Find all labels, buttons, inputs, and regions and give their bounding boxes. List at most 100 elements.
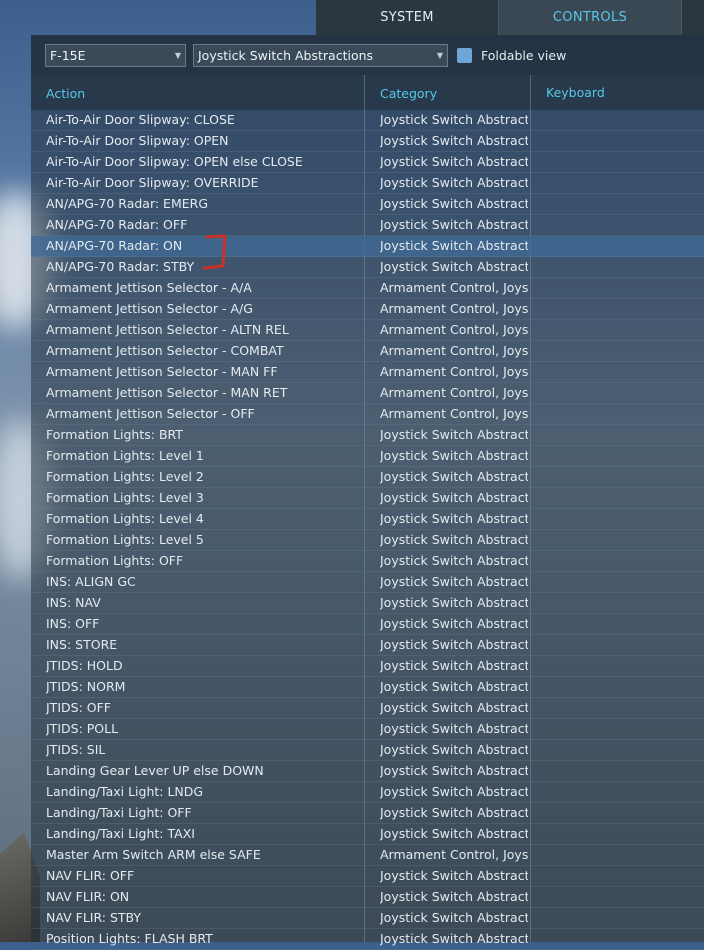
table-row[interactable]: JTIDS: SIL Joystick Switch Abstractio	[31, 740, 704, 761]
table-row[interactable]: Landing/Taxi Light: OFF Joystick Switch A…	[31, 803, 704, 824]
table-row[interactable]: Armament Jettison Selector - A/G Armament…	[31, 299, 704, 320]
table-row[interactable]: Formation Lights: Level 1 Joystick Switch…	[31, 446, 704, 467]
category-cell: Joystick Switch Abstractio	[380, 784, 528, 799]
tab-overflow[interactable]	[682, 0, 704, 35]
table-row[interactable]: Air-To-Air Door Slipway: OPEN else CLOSE…	[31, 152, 704, 173]
action-cell: AN/APG-70 Radar: EMERG	[46, 196, 208, 211]
table-row[interactable]: Formation Lights: Level 4 Joystick Switch…	[31, 509, 704, 530]
column-header-action[interactable]: Action	[46, 75, 85, 110]
table-row[interactable]: INS: ALIGN GC Joystick Switch Abstractio	[31, 572, 704, 593]
action-cell: Landing/Taxi Light: OFF	[46, 805, 192, 820]
bindings-table: Air-To-Air Door Slipway: CLOSE Joystick S…	[31, 110, 704, 950]
action-cell: AN/APG-70 Radar: OFF	[46, 217, 188, 232]
table-row[interactable]: Air-To-Air Door Slipway: OVERRIDE Joystic…	[31, 173, 704, 194]
category-filter-value: Joystick Switch Abstractions	[198, 48, 374, 63]
table-row[interactable]: JTIDS: OFF Joystick Switch Abstractio	[31, 698, 704, 719]
table-row[interactable]: JTIDS: HOLD Joystick Switch Abstractio	[31, 656, 704, 677]
action-cell: JTIDS: SIL	[46, 742, 106, 757]
table-row[interactable]: AN/APG-70 Radar: STBY Joystick Switch Abs…	[31, 257, 704, 278]
action-cell: Air-To-Air Door Slipway: OVERRIDE	[46, 175, 259, 190]
action-cell: Landing/Taxi Light: TAXI	[46, 826, 195, 841]
table-row[interactable]: INS: NAV Joystick Switch Abstractio	[31, 593, 704, 614]
table-row[interactable]: Armament Jettison Selector - COMBAT Armam…	[31, 341, 704, 362]
category-cell: Joystick Switch Abstractio	[380, 259, 528, 274]
category-cell: Joystick Switch Abstractio	[380, 763, 528, 778]
action-cell: JTIDS: POLL	[46, 721, 119, 736]
table-row[interactable]: Formation Lights: BRT Joystick Switch Abs…	[31, 425, 704, 446]
table-row[interactable]: AN/APG-70 Radar: ON Joystick Switch Abstr…	[31, 236, 704, 257]
chevron-down-icon: ▼	[436, 51, 443, 60]
table-row[interactable]: Air-To-Air Door Slipway: CLOSE Joystick S…	[31, 110, 704, 131]
category-cell: Joystick Switch Abstractio	[380, 427, 528, 442]
category-cell: Joystick Switch Abstractio	[380, 742, 528, 757]
top-tabs: SYSTEM CONTROLS	[316, 0, 704, 35]
category-cell: Joystick Switch Abstractio	[380, 553, 528, 568]
category-cell: Joystick Switch Abstractio	[380, 889, 528, 904]
table-row[interactable]: Position Lights: FLASH BRT Joystick Switc…	[31, 929, 704, 950]
table-row[interactable]: Armament Jettison Selector - ALTN REL Arm…	[31, 320, 704, 341]
action-cell: Armament Jettison Selector - OFF	[46, 406, 255, 421]
table-row[interactable]: Landing/Taxi Light: TAXI Joystick Switch …	[31, 824, 704, 845]
table-row[interactable]: NAV FLIR: ON Joystick Switch Abstractio	[31, 887, 704, 908]
column-header-keyboard[interactable]: Keyboard	[546, 75, 605, 110]
category-cell: Joystick Switch Abstractio	[380, 868, 528, 883]
foldable-view-label: Foldable view	[481, 48, 567, 63]
action-cell: NAV FLIR: ON	[46, 889, 130, 904]
category-cell: Joystick Switch Abstractio	[380, 175, 528, 190]
table-row[interactable]: JTIDS: NORM Joystick Switch Abstractio	[31, 677, 704, 698]
action-cell: Air-To-Air Door Slipway: OPEN	[46, 133, 229, 148]
category-cell: Armament Control, Joystic	[380, 406, 528, 421]
action-cell: JTIDS: NORM	[46, 679, 126, 694]
category-cell: Joystick Switch Abstractio	[380, 112, 528, 127]
action-cell: NAV FLIR: OFF	[46, 868, 135, 883]
action-cell: Air-To-Air Door Slipway: OPEN else CLOSE	[46, 154, 303, 169]
controls-panel: F-15E ▼ Joystick Switch Abstractions ▼ F…	[31, 35, 704, 950]
table-row[interactable]: JTIDS: POLL Joystick Switch Abstractio	[31, 719, 704, 740]
category-cell: Armament Control, Joystic	[380, 322, 528, 337]
action-cell: Formation Lights: BRT	[46, 427, 183, 442]
table-row[interactable]: Formation Lights: OFF Joystick Switch Abs…	[31, 551, 704, 572]
action-cell: Formation Lights: Level 2	[46, 469, 204, 484]
table-row[interactable]: INS: OFF Joystick Switch Abstractio	[31, 614, 704, 635]
category-cell: Armament Control, Joystic	[380, 301, 528, 316]
category-filter-select[interactable]: Joystick Switch Abstractions ▼	[193, 44, 448, 67]
table-row[interactable]: AN/APG-70 Radar: OFF Joystick Switch Abst…	[31, 215, 704, 236]
action-cell: INS: ALIGN GC	[46, 574, 136, 589]
table-row[interactable]: Armament Jettison Selector - MAN FF Armam…	[31, 362, 704, 383]
table-row[interactable]: Armament Jettison Selector - OFF Armament…	[31, 404, 704, 425]
foldable-view-checkbox[interactable]	[457, 48, 472, 63]
table-row[interactable]: NAV FLIR: OFF Joystick Switch Abstractio	[31, 866, 704, 887]
table-row[interactable]: Landing/Taxi Light: LNDG Joystick Switch …	[31, 782, 704, 803]
table-row[interactable]: Formation Lights: Level 5 Joystick Switch…	[31, 530, 704, 551]
table-row[interactable]: Formation Lights: Level 2 Joystick Switch…	[31, 467, 704, 488]
table-row[interactable]: Air-To-Air Door Slipway: OPEN Joystick Sw…	[31, 131, 704, 152]
category-cell: Joystick Switch Abstractio	[380, 637, 528, 652]
table-row[interactable]: AN/APG-70 Radar: EMERG Joystick Switch Ab…	[31, 194, 704, 215]
red-annotation-mark	[203, 234, 227, 270]
action-cell: Landing Gear Lever UP else DOWN	[46, 763, 264, 778]
tab-controls[interactable]: CONTROLS	[499, 0, 682, 35]
category-cell: Joystick Switch Abstractio	[380, 616, 528, 631]
category-cell: Joystick Switch Abstractio	[380, 217, 528, 232]
table-row[interactable]: NAV FLIR: STBY Joystick Switch Abstractio	[31, 908, 704, 929]
aircraft-select[interactable]: F-15E ▼	[45, 44, 186, 67]
tab-system[interactable]: SYSTEM	[316, 0, 499, 35]
action-cell: Formation Lights: Level 5	[46, 532, 204, 547]
table-row[interactable]: INS: STORE Joystick Switch Abstractio	[31, 635, 704, 656]
column-header-category[interactable]: Category	[380, 75, 437, 110]
action-cell: JTIDS: OFF	[46, 700, 111, 715]
table-row[interactable]: Formation Lights: Level 3 Joystick Switch…	[31, 488, 704, 509]
category-cell: Joystick Switch Abstractio	[380, 658, 528, 673]
category-cell: Joystick Switch Abstractio	[380, 574, 528, 589]
action-cell: Air-To-Air Door Slipway: CLOSE	[46, 112, 235, 127]
category-cell: Joystick Switch Abstractio	[380, 469, 528, 484]
table-row[interactable]: Armament Jettison Selector - A/A Armament…	[31, 278, 704, 299]
category-cell: Joystick Switch Abstractio	[380, 511, 528, 526]
table-row[interactable]: Armament Jettison Selector - MAN RET Arma…	[31, 383, 704, 404]
action-cell: Armament Jettison Selector - A/G	[46, 301, 253, 316]
category-cell: Armament Control, Joystic	[380, 847, 528, 862]
table-row[interactable]: Master Arm Switch ARM else SAFE Armament …	[31, 845, 704, 866]
category-cell: Armament Control, Joystic	[380, 343, 528, 358]
action-cell: INS: OFF	[46, 616, 100, 631]
table-row[interactable]: Landing Gear Lever UP else DOWN Joystick …	[31, 761, 704, 782]
